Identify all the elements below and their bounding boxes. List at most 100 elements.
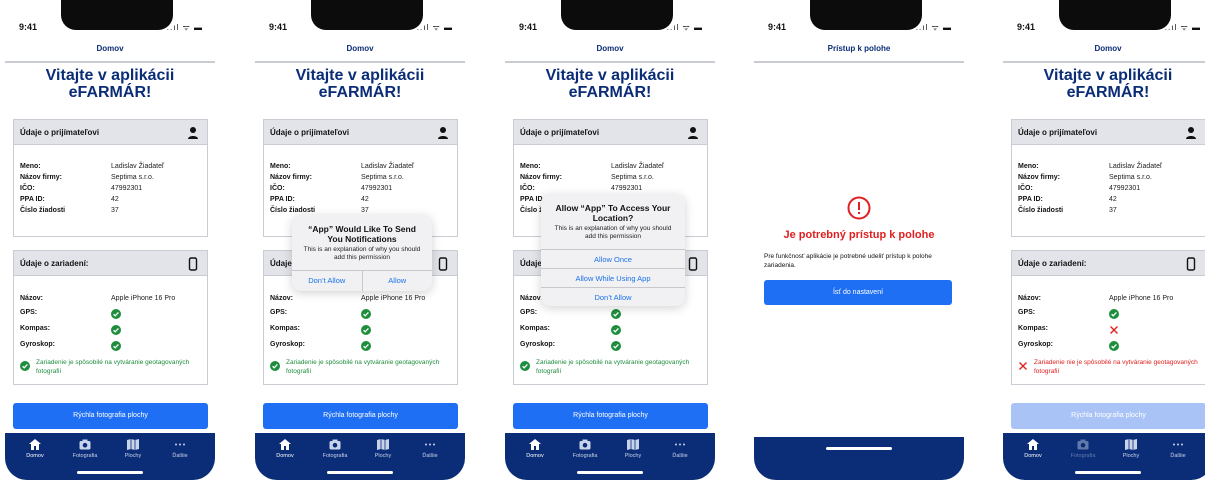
more-icon — [425, 443, 435, 446]
recipient-card-header: Údaje o prijímateľovi — [14, 120, 207, 145]
info-row: Číslo žiadosti 37 — [1012, 207, 1205, 218]
device-card-header: Údaje o zariadení: — [14, 251, 207, 276]
tab-home[interactable]: Domov — [265, 439, 305, 459]
allow-button[interactable]: Allow — [361, 271, 433, 291]
info-row: IČO: 47992301 — [264, 185, 457, 196]
quick-photo-button[interactable]: Rýchla fotografia plochy — [13, 403, 208, 429]
quick-photo-button[interactable]: Rýchla fotografia plochy — [513, 403, 708, 429]
tab-photo[interactable]: Fotografia — [565, 439, 605, 459]
home-icon — [279, 439, 291, 450]
info-row: Meno: Ladislav Žiadateľ — [1012, 163, 1205, 174]
tab-fields[interactable]: Plochy — [1111, 439, 1151, 459]
tab-fields[interactable]: Plochy — [613, 439, 653, 459]
person-icon — [1186, 127, 1196, 139]
phone-icon — [438, 257, 448, 271]
recipient-card: Údaje o prijímateľovi Meno: Ladislav Žiad… — [13, 119, 208, 237]
info-row: PPA ID: 42 — [264, 196, 457, 207]
info-label: Gyroskop: — [20, 341, 56, 348]
info-row: Meno: Ladislav Žiadateľ — [514, 163, 707, 174]
map-icon — [627, 439, 639, 450]
tab-photo[interactable]: Fotografia — [315, 439, 355, 459]
nav-bar: Domov — [1003, 38, 1205, 63]
status-icons: ..ıl ᯤ ▬ — [666, 23, 703, 32]
allow-while-using-button[interactable]: Allow While Using App — [541, 268, 685, 287]
capability-note: Zariadenie je spôsobilé na vytváranie ge… — [20, 358, 201, 376]
info-row: Názov: Apple iPhone 16 Pro — [264, 295, 457, 306]
info-row: Meno: Ladislav Žiadateľ — [14, 163, 207, 174]
tab-photo[interactable]: Fotografia — [65, 439, 105, 459]
phone-icon — [188, 257, 198, 271]
info-label: PPA ID: — [270, 196, 295, 203]
info-label: Názov firmy: — [20, 174, 63, 181]
recipient-card-title: Údaje o prijímateľovi — [1018, 128, 1098, 137]
bottom-bar — [754, 437, 964, 480]
nav-title: Domov — [596, 44, 624, 53]
info-value: 47992301 — [361, 185, 393, 192]
info-value: Septima s.r.o. — [611, 174, 654, 181]
compass-row: Kompas: — [14, 325, 207, 336]
home-icon — [1027, 439, 1039, 450]
info-label: PPA ID: — [1018, 196, 1043, 203]
dont-allow-button[interactable]: Don’t Allow — [292, 271, 362, 291]
recipient-card-header: Údaje o prijímateľovi — [514, 120, 707, 145]
tab-fields[interactable]: Plochy — [113, 439, 153, 459]
allow-once-button[interactable]: Allow Once — [541, 249, 685, 268]
tab-label: Plochy — [624, 453, 642, 459]
info-value: Septima s.r.o. — [111, 174, 154, 181]
more-icon — [175, 443, 185, 446]
tab-home[interactable]: Domov — [1013, 439, 1053, 459]
tab-more[interactable]: Ďalšie — [1158, 439, 1198, 459]
tab-label: Domov — [26, 453, 44, 459]
home-indicator — [826, 447, 892, 450]
quick-photo-button: Rýchla fotografia plochy — [1011, 403, 1205, 429]
tab-more[interactable]: Ďalšie — [660, 439, 700, 459]
status-time: 9:41 — [768, 22, 787, 32]
nav-title: Prístup k polohe — [827, 44, 891, 53]
status-icons: ..ıl ᯤ ▬ — [1164, 23, 1201, 32]
info-label: IČO: — [1018, 185, 1033, 192]
warning-icon — [847, 196, 871, 220]
status-time: 9:41 — [1017, 22, 1036, 32]
status-time: 9:41 — [19, 22, 38, 32]
notch — [311, 0, 423, 30]
tab-fields[interactable]: Plochy — [363, 439, 403, 459]
tab-home[interactable]: Domov — [515, 439, 555, 459]
check-icon — [111, 341, 121, 351]
screen-location-required: 9:41 ..ıl ᯤ ▬ Prístup k polohe Je potreb… — [754, 0, 964, 480]
tab-bar: Domov Fotografia Plochy Ďalšie — [5, 433, 215, 480]
dont-allow-button[interactable]: Don’t Allow — [541, 287, 685, 306]
home-indicator — [327, 471, 393, 474]
permission-text: Pre funkčnosť aplikácie je potrebné udel… — [764, 253, 932, 269]
camera-icon — [1077, 439, 1089, 450]
quick-photo-button[interactable]: Rýchla fotografia plochy — [263, 403, 458, 429]
tab-home[interactable]: Domov — [15, 439, 55, 459]
tab-label: Ďalšie — [172, 453, 188, 459]
device-card-header: Údaje o zariadení: — [1012, 251, 1205, 276]
notch — [61, 0, 173, 30]
dialog-actions: Don’t Allow Allow — [292, 270, 432, 291]
map-icon — [1125, 439, 1137, 450]
info-value: Apple iPhone 16 Pro — [1109, 295, 1174, 302]
device-card-title: Údaje o zariadení: — [1018, 259, 1087, 268]
phone-icon — [1186, 257, 1196, 271]
recipient-card-title: Údaje o prijímateľovi — [270, 128, 350, 137]
capability-text: Zariadenie nie je spôsobilé na vytvárani… — [1034, 359, 1198, 375]
tab-label: Ďalšie — [422, 453, 438, 459]
info-row: Meno: Ladislav Žiadateľ — [264, 163, 457, 174]
check-icon — [361, 309, 371, 319]
compass-row: Kompas: — [264, 325, 457, 336]
tab-bar: Domov Fotografia Plochy Ďalšie — [1003, 433, 1205, 480]
info-label: Názov: — [270, 295, 293, 302]
check-icon — [611, 325, 621, 335]
gps-row: GPS: — [264, 309, 457, 320]
tab-more[interactable]: Ďalšie — [160, 439, 200, 459]
home-indicator — [1075, 471, 1141, 474]
info-label: IČO: — [20, 185, 35, 192]
open-settings-button[interactable]: Ísť do nastavení — [764, 280, 952, 305]
info-value: 47992301 — [611, 185, 643, 192]
tab-more[interactable]: Ďalšie — [410, 439, 450, 459]
permission-title: Je potrebný prístup k polohe — [783, 229, 935, 241]
status-icons: ..ıl ᯤ ▬ — [166, 23, 203, 32]
tab-label: Fotografia — [322, 453, 348, 459]
gyro-row: Gyroskop: — [514, 341, 707, 352]
